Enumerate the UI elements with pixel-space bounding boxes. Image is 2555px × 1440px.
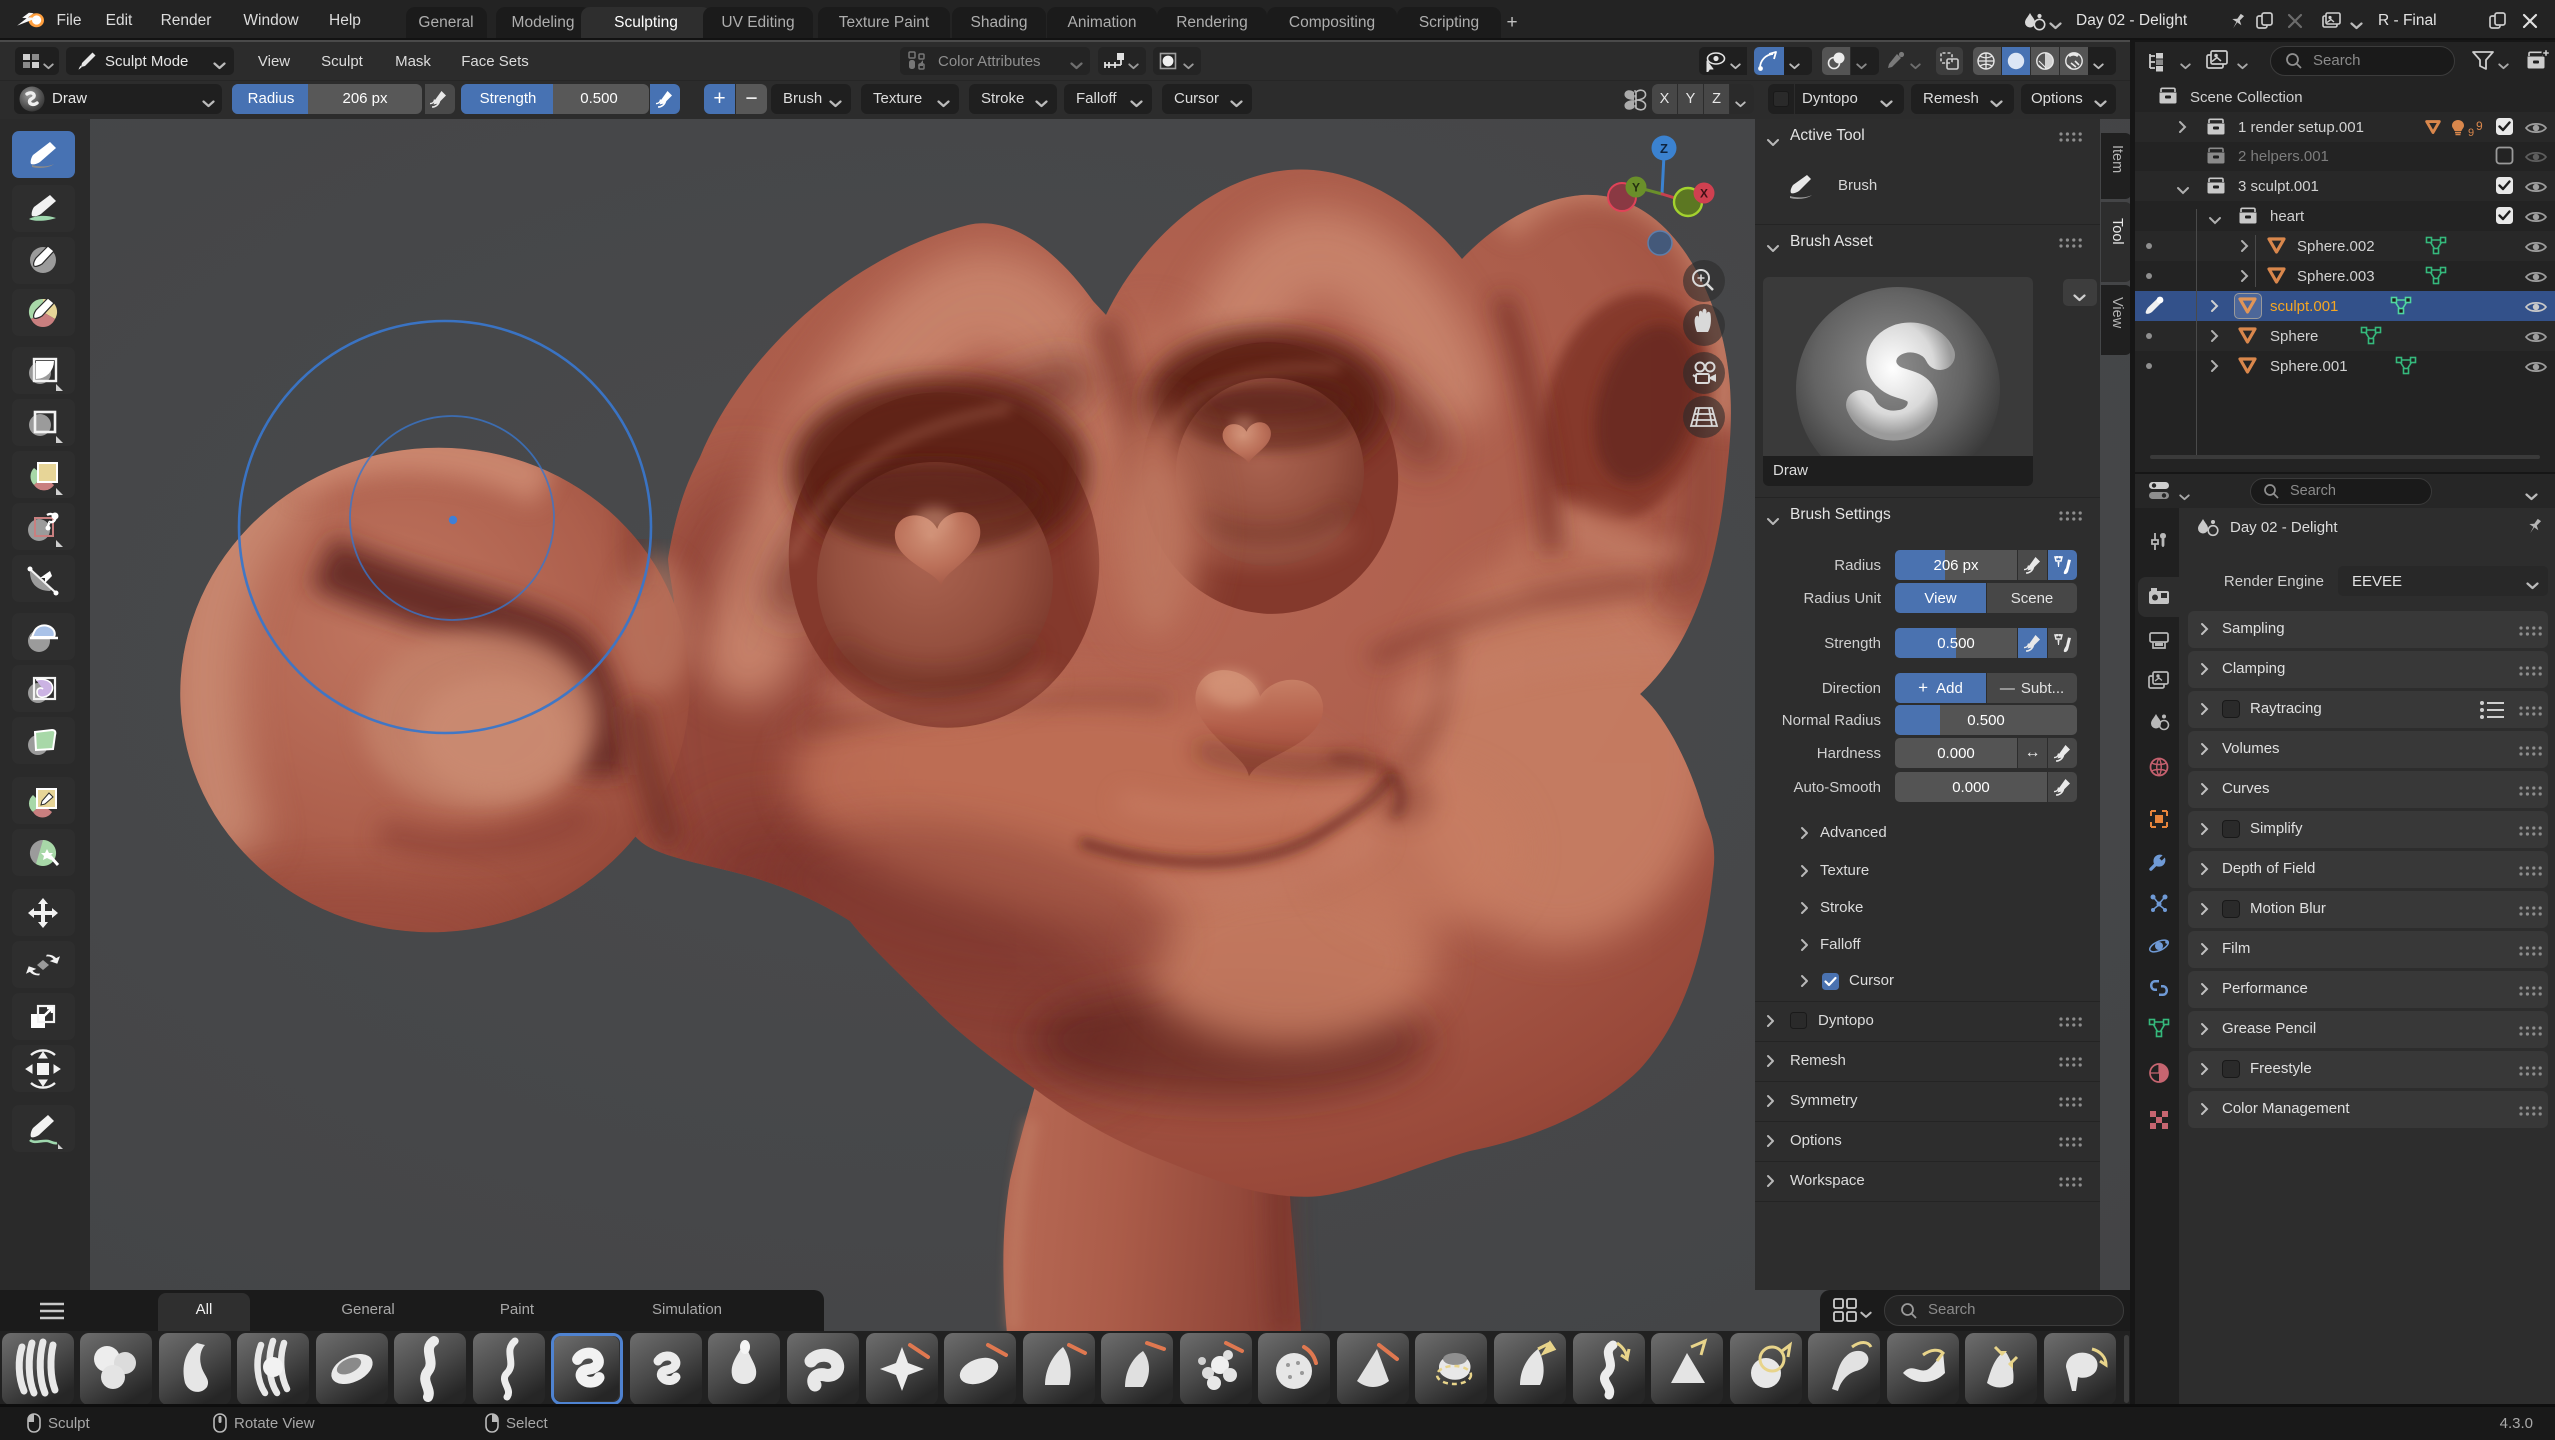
svg-text:Y: Y bbox=[1632, 181, 1640, 195]
svg-text:X: X bbox=[1700, 187, 1708, 201]
svg-text:Z: Z bbox=[1660, 141, 1668, 156]
